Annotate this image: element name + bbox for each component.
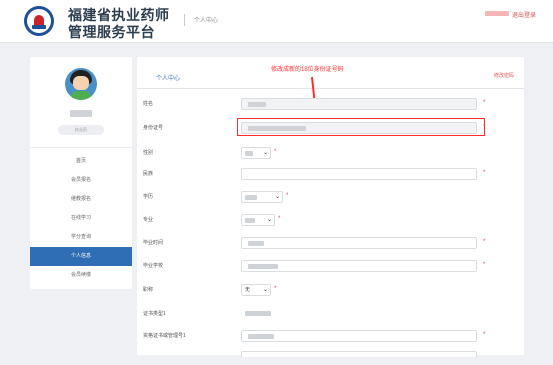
gender-select[interactable]: ⌄ <box>241 147 271 159</box>
logo-ring <box>27 9 51 33</box>
school-value <box>248 264 278 269</box>
breadcrumb: 个人中心 <box>194 18 219 24</box>
header-username[interactable] <box>485 11 509 16</box>
major-select[interactable]: ⌄ <box>241 214 275 226</box>
education-select[interactable]: ⌄ <box>241 191 283 203</box>
required-mark: * <box>278 216 281 222</box>
cert-no-value <box>248 334 274 339</box>
logout-link[interactable]: 退出登录 <box>512 10 536 19</box>
name-field[interactable] <box>241 98 477 110</box>
sidebar-item-ce-signup[interactable]: 继教报名 <box>30 190 132 209</box>
sidebar-item-home[interactable]: 首页 <box>30 152 132 171</box>
label-id-card: 身份证号 <box>143 125 164 131</box>
main-panel: 个人中心 修改密码 修改成新的18位身份证号码 姓名 * 身份证号 * 性别 ⌄… <box>137 57 524 357</box>
change-password-link[interactable]: 修改密码 <box>494 72 514 79</box>
sidebar-item-personal-info[interactable]: 个人信息 <box>30 247 132 266</box>
label-gender: 性别 <box>143 150 154 156</box>
required-mark: * <box>483 100 486 106</box>
annotation-highlight-box <box>237 118 485 136</box>
user-tag-button[interactable]: 执业药 <box>58 125 104 135</box>
site-logo[interactable] <box>24 6 54 36</box>
page-title: 个人中心 <box>156 76 181 82</box>
title-divider <box>137 88 524 89</box>
required-mark: * <box>483 332 486 338</box>
next-field[interactable] <box>241 351 477 357</box>
chevron-down-icon: ⌄ <box>274 194 280 200</box>
label-ethnicity: 民族 <box>143 171 154 177</box>
cert-no-field[interactable] <box>241 330 477 342</box>
avatar-face <box>73 76 89 90</box>
sidebar: 执业药 首页 会员报名 继教报名 在线学习 学分查询 个人信息 会员续缴 <box>30 57 132 289</box>
label-education: 学历 <box>143 194 154 200</box>
annotation-text: 修改成新的18位身份证号码 <box>271 67 344 73</box>
chevron-down-icon: ⌄ <box>266 217 272 223</box>
label-major: 专业 <box>143 217 154 223</box>
title-select-value: 无 <box>245 287 251 293</box>
school-field[interactable] <box>241 260 477 272</box>
header-divider <box>184 14 185 26</box>
grad-time-field[interactable] <box>241 237 477 249</box>
sidebar-item-online-learning[interactable]: 在线学习 <box>30 209 132 228</box>
chevron-down-icon: ⌄ <box>262 150 268 156</box>
required-mark: * <box>483 170 486 176</box>
logo-book <box>32 25 46 29</box>
grad-time-value <box>248 241 264 246</box>
required-mark: * <box>274 286 277 292</box>
label-name: 姓名 <box>143 101 154 107</box>
sidebar-nav: 首页 会员报名 继教报名 在线学习 学分查询 个人信息 会员续缴 <box>30 152 132 285</box>
sidebar-item-member-signup[interactable]: 会员报名 <box>30 171 132 190</box>
required-mark: * <box>483 262 486 268</box>
cert-type-value <box>245 311 271 316</box>
education-value <box>245 195 257 200</box>
brand-title-line2: 管理服务平台 <box>68 24 155 40</box>
label-cert-type: 证书类型1 <box>143 311 166 317</box>
required-mark: * <box>483 239 486 245</box>
label-school: 毕业学校 <box>143 263 164 269</box>
major-value <box>245 218 255 223</box>
title-select[interactable]: 无 ⌄ <box>241 284 271 296</box>
sidebar-username <box>70 110 92 117</box>
gender-value <box>245 151 253 156</box>
required-mark: * <box>286 193 289 199</box>
sidebar-item-credit-query[interactable]: 学分查询 <box>30 228 132 247</box>
sidebar-item-member-renewal[interactable]: 会员续缴 <box>30 266 132 285</box>
top-bar: 福建省执业药师 管理服务平台 个人中心 退出登录 <box>0 0 553 43</box>
ethnicity-field[interactable] <box>241 168 477 180</box>
chevron-down-icon: ⌄ <box>262 287 268 293</box>
label-grad-time: 毕业时间 <box>143 240 164 246</box>
label-title: 职称 <box>143 287 154 293</box>
avatar <box>65 68 97 100</box>
name-value <box>248 102 266 107</box>
avatar-body <box>70 91 92 100</box>
nav-divider <box>30 147 132 148</box>
required-mark: * <box>274 149 277 155</box>
label-cert-no: 资格证书或管理号1 <box>143 333 186 339</box>
